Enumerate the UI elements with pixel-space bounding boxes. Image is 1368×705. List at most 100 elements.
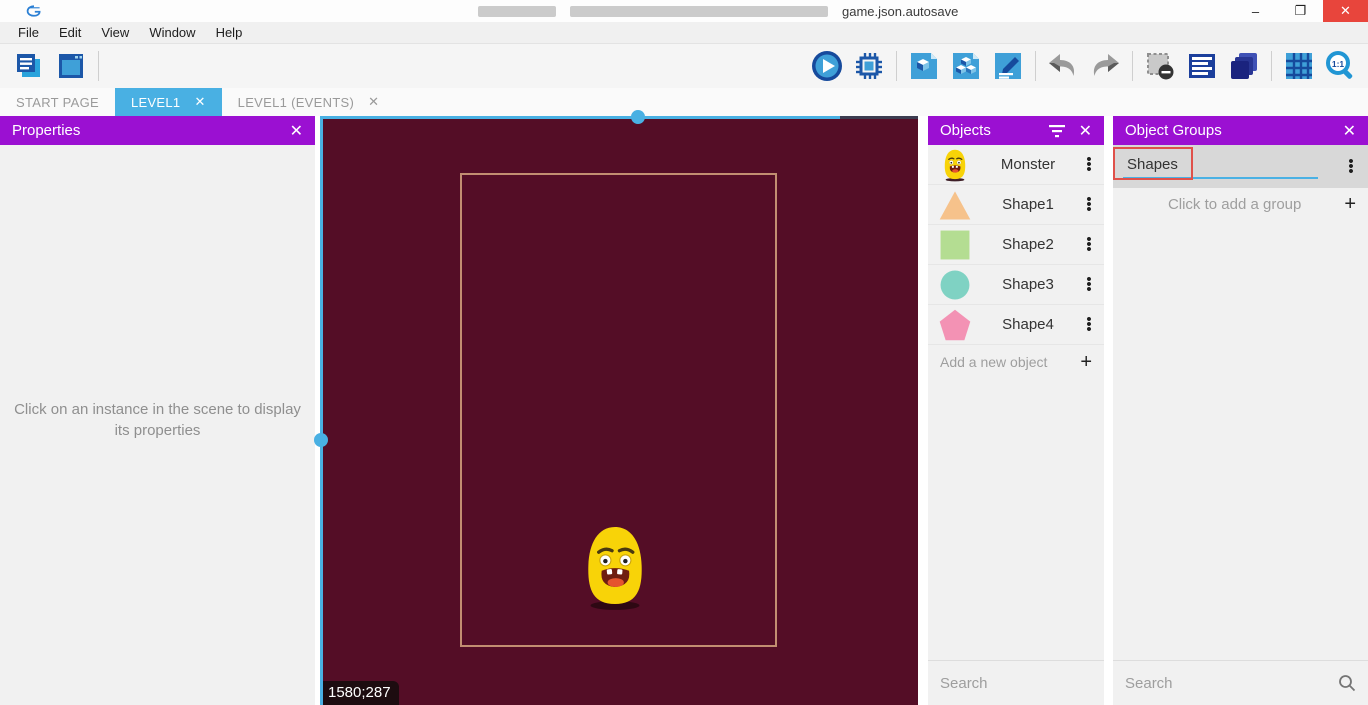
toolbar: 1:1: [0, 44, 1368, 88]
play-icon[interactable]: [808, 48, 846, 84]
tab-close-icon[interactable]: ✕: [368, 94, 379, 110]
zoom-original-icon[interactable]: 1:1: [1322, 48, 1360, 84]
groups-search-input[interactable]: [1125, 675, 1338, 692]
project-manager-icon[interactable]: [10, 48, 48, 84]
tab-bar: START PAGE LEVEL1 ✕ LEVEL1 (EVENTS) ✕: [0, 88, 1368, 116]
tab-level1-events[interactable]: LEVEL1 (EVENTS) ✕: [222, 88, 396, 116]
object-groups-header: Object Groups ✕: [1113, 116, 1368, 145]
edit-scene-icon[interactable]: [989, 48, 1027, 84]
zoom-level-label: 1:1: [1332, 59, 1345, 69]
layers-icon[interactable]: [1225, 48, 1263, 84]
menu-view[interactable]: View: [91, 23, 139, 42]
redo-icon[interactable]: [1086, 48, 1124, 84]
close-panel-icon[interactable]: ✕: [1343, 121, 1356, 141]
add-group-row[interactable]: Click to add a group +: [1113, 188, 1368, 220]
object-row-shape4[interactable]: Shape4 •••: [928, 305, 1104, 345]
toolbar-separator: [1035, 51, 1036, 81]
pentagon-thumbnail: [936, 307, 974, 343]
toolbar-separator: [896, 51, 897, 81]
close-button[interactable]: ✕: [1323, 0, 1368, 22]
object-row-shape2[interactable]: Shape2 •••: [928, 225, 1104, 265]
triangle-thumbnail: [936, 187, 974, 223]
gdevelop-logo-icon: [26, 4, 42, 18]
resize-handle-left[interactable]: [314, 433, 328, 447]
objects-title: Objects: [940, 122, 991, 139]
start-page-window-icon[interactable]: [52, 48, 90, 84]
menu-window[interactable]: Window: [139, 23, 205, 42]
tab-close-icon[interactable]: ✕: [194, 94, 205, 110]
redacted-title-segment: [478, 6, 556, 17]
tab-label: START PAGE: [16, 95, 99, 110]
plus-icon[interactable]: +: [1080, 351, 1092, 374]
close-panel-icon[interactable]: ✕: [290, 121, 303, 141]
titlebar: game.json.autosave – ❐ ✕: [0, 0, 1368, 22]
minimize-button[interactable]: –: [1233, 0, 1278, 22]
object-menu-icon[interactable]: •••: [1082, 157, 1096, 172]
object-name: Monster: [974, 156, 1082, 173]
menubar: File Edit View Window Help: [0, 22, 1368, 44]
close-panel-icon[interactable]: ✕: [1079, 121, 1092, 141]
search-icon: [1338, 674, 1356, 692]
redacted-title-segment: [570, 6, 828, 17]
toolbar-separator: [1132, 51, 1133, 81]
object-groups-panel: Object Groups ✕ ••• Click to add a group…: [1113, 116, 1368, 705]
instances-list-icon[interactable]: [1183, 48, 1221, 84]
object-name: Shape1: [974, 196, 1082, 213]
properties-empty-message: Click on an instance in the scene to dis…: [0, 399, 315, 441]
undo-icon[interactable]: [1044, 48, 1082, 84]
restore-button[interactable]: ❐: [1278, 0, 1323, 22]
plus-icon[interactable]: +: [1344, 193, 1356, 216]
object-row-shape3[interactable]: Shape3 •••: [928, 265, 1104, 305]
group-name-input[interactable]: [1123, 154, 1318, 179]
window-controls: – ❐ ✕: [1233, 0, 1368, 22]
resize-handle-top[interactable]: [631, 110, 645, 124]
add-object-icon[interactable]: [905, 48, 943, 84]
selection-border-left: [320, 116, 323, 705]
toolbar-separator: [98, 51, 99, 81]
object-menu-icon[interactable]: •••: [1082, 317, 1096, 332]
object-menu-icon[interactable]: •••: [1082, 197, 1096, 212]
objects-header: Objects ✕: [928, 116, 1104, 145]
debugger-icon[interactable]: [850, 48, 888, 84]
tab-label: LEVEL1 (EVENTS): [238, 95, 355, 110]
menu-edit[interactable]: Edit: [49, 23, 91, 42]
monster-instance[interactable]: [578, 511, 652, 623]
add-group-label: Click to add a group: [1125, 196, 1344, 213]
object-row-shape1[interactable]: Shape1 •••: [928, 185, 1104, 225]
grid-icon[interactable]: [1280, 48, 1318, 84]
toggle-mask-icon[interactable]: [1141, 48, 1179, 84]
menu-help[interactable]: Help: [206, 23, 253, 42]
scene-canvas[interactable]: 1580;287: [320, 116, 918, 705]
object-name: Shape3: [974, 276, 1082, 293]
toolbar-separator: [1271, 51, 1272, 81]
tab-start-page[interactable]: START PAGE: [0, 88, 115, 116]
scene-top-edge: [840, 116, 918, 119]
cursor-coordinates: 1580;287: [323, 681, 399, 705]
object-groups-title: Object Groups: [1125, 122, 1222, 139]
properties-title: Properties: [12, 122, 80, 139]
add-object-label: Add a new object: [940, 354, 1047, 370]
window-title: game.json.autosave: [478, 3, 958, 19]
selection-border-top: [320, 116, 840, 119]
add-object-row[interactable]: Add a new object +: [928, 345, 1104, 379]
properties-panel: Properties ✕ Click on an instance in the…: [0, 116, 315, 705]
group-name-edit-row: •••: [1113, 145, 1368, 188]
add-object-group-icon[interactable]: [947, 48, 985, 84]
objects-search-input[interactable]: [940, 675, 1139, 692]
object-menu-icon[interactable]: •••: [1082, 237, 1096, 252]
object-name: Shape4: [974, 316, 1082, 333]
objects-search-row: [928, 660, 1104, 705]
tab-level1[interactable]: LEVEL1 ✕: [115, 88, 222, 116]
monster-thumbnail: [936, 147, 974, 183]
group-menu-icon[interactable]: •••: [1344, 159, 1358, 174]
menu-file[interactable]: File: [8, 23, 49, 42]
circle-thumbnail: [936, 267, 974, 303]
properties-header: Properties ✕: [0, 116, 315, 145]
object-row-monster[interactable]: Monster •••: [928, 145, 1104, 185]
tab-label: LEVEL1: [131, 95, 181, 110]
objects-panel: Objects ✕ Monster ••• Shape1 •: [928, 116, 1104, 705]
filter-icon[interactable]: [1049, 124, 1065, 138]
window-title-text: game.json.autosave: [842, 4, 958, 19]
object-name: Shape2: [974, 236, 1082, 253]
object-menu-icon[interactable]: •••: [1082, 277, 1096, 292]
